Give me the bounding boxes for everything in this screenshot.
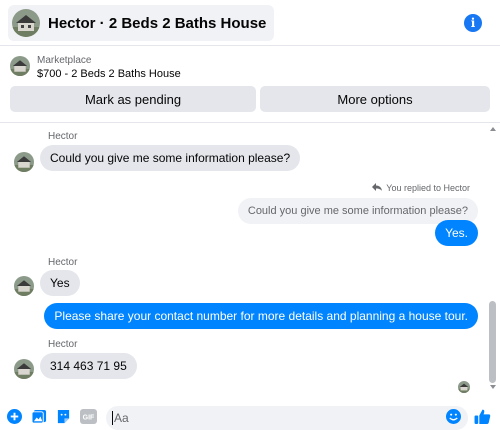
replied-note: You replied to Hector: [386, 183, 470, 193]
plus-icon[interactable]: [7, 409, 22, 424]
message-composer: GIF: [0, 402, 500, 430]
outgoing-message[interactable]: Yes.: [435, 220, 478, 246]
message-thread[interactable]: Hector Could you give me some informatio…: [0, 122, 500, 402]
incoming-message[interactable]: Could you give me some information pleas…: [40, 145, 301, 171]
conversation-title: Hector · 2 Beds 2 Baths House: [48, 14, 267, 32]
listing-name[interactable]: $700 - 2 Beds 2 Baths House: [37, 68, 181, 80]
like-icon[interactable]: [474, 408, 491, 425]
mark-as-pending-button[interactable]: Mark as pending: [10, 86, 256, 112]
reply-arrow-icon: [372, 183, 383, 193]
message-input[interactable]: [106, 406, 468, 430]
avatar[interactable]: [14, 359, 34, 379]
svg-text:GIF: GIF: [83, 415, 95, 422]
text-cursor: [112, 411, 113, 425]
sticker-icon[interactable]: [56, 409, 71, 424]
listing-thumbnail[interactable]: [10, 56, 30, 76]
reply-context: You replied to Hector: [372, 183, 470, 193]
message-sender: Hector: [48, 339, 78, 350]
message-sender: Hector: [48, 257, 78, 268]
house-thumbnail: [12, 9, 40, 37]
outgoing-message[interactable]: Please share your contact number for mor…: [44, 303, 478, 329]
scroll-down-arrow[interactable]: [490, 385, 496, 389]
incoming-message[interactable]: Yes: [40, 270, 80, 296]
gif-icon[interactable]: GIF: [80, 409, 97, 424]
listing-title-chip[interactable]: Hector · 2 Beds 2 Baths House: [8, 5, 275, 41]
scrollbar-thumb[interactable]: [489, 301, 496, 383]
avatar[interactable]: [14, 276, 34, 296]
scroll-up-arrow[interactable]: [490, 127, 496, 131]
avatar[interactable]: [14, 152, 34, 172]
marketplace-listing-card: Marketplace $700 - 2 Beds 2 Baths House …: [0, 47, 500, 119]
emoji-icon[interactable]: [446, 409, 461, 424]
chat-header: Hector · 2 Beds 2 Baths House i: [0, 0, 500, 46]
listing-source-label: Marketplace: [37, 55, 92, 66]
photo-icon[interactable]: [31, 409, 47, 424]
message-sender: Hector: [48, 131, 78, 142]
info-icon[interactable]: i: [464, 14, 482, 32]
incoming-message[interactable]: 314 463 71 95: [40, 353, 137, 379]
seen-indicator-avatar: [458, 381, 470, 393]
more-options-button[interactable]: More options: [260, 86, 490, 112]
